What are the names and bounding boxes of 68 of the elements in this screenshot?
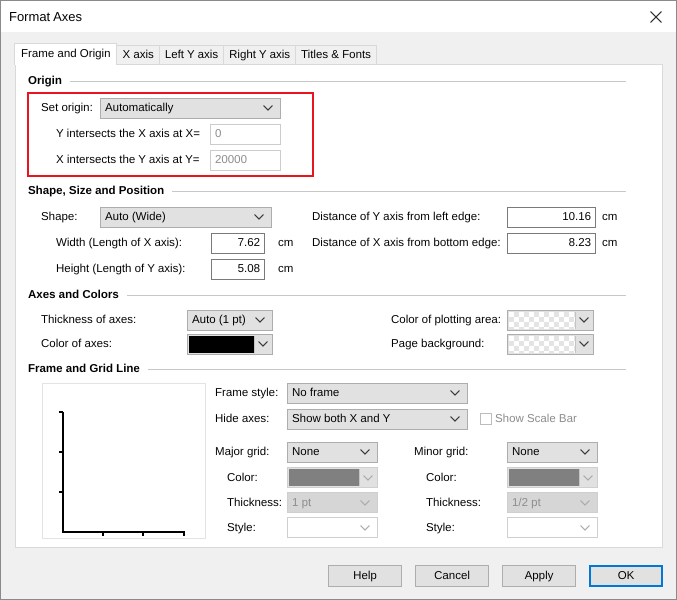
field-label: Page background: [391,338,486,350]
field-label: Shape: [41,211,78,223]
unit-label: cm [278,237,294,249]
caret-icon [360,524,370,530]
dialog-button[interactable]: Cancel [415,565,489,587]
input-field[interactable]: 8.23 [507,232,596,254]
color-dropdown[interactable] [187,334,273,354]
field-label: Major grid: [215,446,270,458]
field-label: Thickness: [426,496,482,508]
section-heading: Shape, Size and Position [28,185,164,197]
input-field[interactable]: 7.62 [211,232,265,254]
tab[interactable]: Frame and Origin [14,43,118,65]
section-heading: Origin [28,75,62,87]
input-field[interactable]: 10.16 [507,206,596,228]
dropdown[interactable]: Auto (Wide) [100,206,272,228]
field-label: Thickness: [227,496,283,508]
field-label: Width (Length of X axis): [56,237,183,249]
unit-label: cm [602,211,618,223]
field-label: Color of axes: [41,338,113,350]
field-label: Style: [426,522,456,534]
dropdown[interactable]: Automatically [100,98,281,118]
window-title: Format Axes [9,9,82,24]
field-label: Minor grid: [414,446,470,458]
color-dropdown[interactable] [507,310,594,330]
caret-icon [450,416,460,422]
caret-icon [360,449,370,455]
unit-label: cm [602,237,618,249]
caret-icon [360,500,370,506]
caret-icon [254,214,264,220]
dialog-button[interactable]: Apply [502,565,576,587]
field-label: Set origin: [41,102,94,114]
close-icon[interactable] [650,10,662,22]
field-label: Style: [227,522,257,534]
dropdown[interactable]: Auto (1 pt) [187,310,273,330]
caret-icon [579,317,589,323]
caret-icon [258,341,268,347]
field-label: Thickness of axes: [41,314,138,326]
unit-label: cm [278,263,294,275]
dropdown[interactable]: None [287,442,378,462]
caret-icon [579,341,589,347]
caret-icon [263,105,273,111]
caret-icon [580,524,590,530]
dialog-button[interactable]: OK [589,565,663,587]
field-label: Color: [426,472,458,484]
dialog-button[interactable]: Help [328,565,402,587]
caret-icon [450,390,460,396]
field-label: Color of plotting area: [391,314,502,326]
input-field[interactable]: 5.08 [211,258,265,280]
section-heading: Axes and Colors [28,289,119,301]
caret-icon [580,449,590,455]
field-label: Distance of Y axis from left edge: [312,211,482,223]
caret-icon [363,474,373,480]
dropdown[interactable]: Show both X and Y [287,408,468,430]
caret-icon [583,474,593,480]
caret-icon [580,500,590,506]
section-heading: Frame and Grid Line [28,363,140,375]
dropdown[interactable]: None [507,442,598,462]
field-label: X intersects the Y axis at Y= [56,154,201,166]
color-dropdown[interactable] [507,334,594,354]
field-label: Frame style: [215,387,280,399]
field-label: Hide axes: [215,413,270,425]
tab[interactable]: Titles & Fonts [295,45,377,64]
field-label: Distance of X axis from bottom edge: [312,237,502,249]
field-label: Color: [227,472,259,484]
field-label: Height (Length of Y axis): [56,263,186,275]
dropdown[interactable]: No frame [287,382,468,404]
field-label: Y intersects the X axis at X= [56,128,201,140]
caret-icon [255,317,265,323]
